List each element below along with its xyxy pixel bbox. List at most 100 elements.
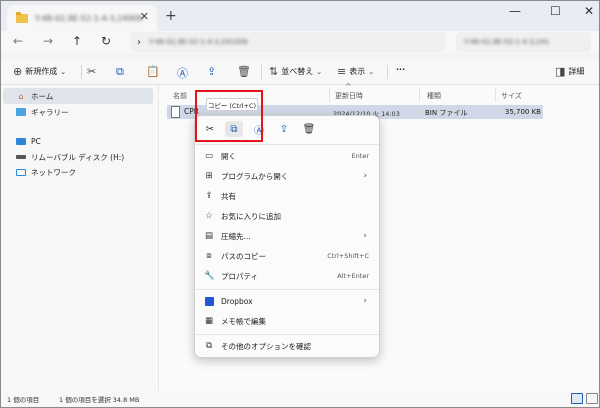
tiles-view-icon[interactable] (586, 393, 598, 404)
back-arrow-icon[interactable]: ← (13, 34, 23, 48)
divider (261, 65, 262, 79)
details-pane-icon: ◨ (555, 65, 566, 78)
sidebar-item-label: PC (31, 136, 41, 146)
copy-icon: ⧉ (116, 65, 124, 78)
sidebar-item-label: ギャラリー (31, 107, 69, 117)
details-button[interactable]: ◨ 詳細 (555, 65, 584, 78)
menu-item-add-favorite[interactable]: ☆ お気に入りに追加 (199, 207, 375, 225)
column-divider[interactable] (419, 88, 420, 102)
new-button[interactable]: ⊕ 新規作成 ⌄ (13, 65, 66, 78)
sidebar-item-label: ホーム (31, 91, 54, 101)
pc-icon (16, 137, 26, 145)
menu-item-share[interactable]: ⇪ 共有 (199, 187, 375, 205)
menu-item-compress[interactable]: ▤ 圧縮先... › (199, 227, 375, 245)
paste-button[interactable]: 📋 (146, 65, 160, 78)
refresh-icon[interactable]: ↻ (101, 34, 111, 48)
menu-item-label: 共有 (221, 191, 236, 201)
sidebar-item-removable-disk[interactable]: リムーバブル ディスク (H:) (3, 149, 153, 165)
divider (195, 334, 379, 335)
more-options-button[interactable]: ··· (396, 65, 405, 74)
address-row: ← → ↑ ↻ › Y-48-02,9E-52-1-4-3,241009 Y-4… (1, 31, 599, 53)
highlight-box (195, 90, 263, 142)
share-icon[interactable]: ⇪ (275, 121, 293, 137)
status-bar: 1 個の項目 1 個の項目を選択 34.8 MB (1, 391, 599, 407)
view-label: 表示 (349, 67, 366, 76)
menu-item-properties[interactable]: 🔧 プロパティ Alt+Enter (199, 267, 375, 285)
menu-item-shortcut: Enter (351, 152, 369, 160)
menu-item-more-options[interactable]: ⧉ その他のオプションを確認 (199, 337, 375, 355)
menu-item-shortcut: Alt+Enter (337, 272, 369, 280)
up-arrow-icon[interactable]: ↑ (72, 34, 82, 48)
search-placeholder: Y-48-02,9E-52-1-4-3,241 (464, 38, 550, 46)
chevron-right-icon: › (363, 296, 367, 306)
file-size: 35,700 KB (504, 108, 541, 116)
menu-item-dropbox[interactable]: Dropbox › (199, 292, 375, 310)
column-header-name[interactable]: 名前 (173, 91, 187, 101)
address-bar[interactable]: › Y-48-02,9E-52-1-4-3,241009 (131, 32, 446, 52)
chevron-right-icon: › (363, 171, 367, 181)
view-icon: ≡ (337, 65, 347, 78)
copy-button[interactable]: ⧉ (116, 65, 124, 79)
context-menu: ✂ ⧉ Ⓐ ⇪ 🗑 ▭ 開く Enter ⊞ プログラムから開く › ⇪ 共有 … (194, 115, 380, 358)
menu-item-edit-notepad[interactable]: ▦ メモ帳で編集 (199, 312, 375, 330)
network-icon (16, 168, 26, 176)
trash-icon[interactable]: 🗑 (300, 121, 318, 137)
details-view-icon[interactable] (571, 393, 583, 404)
share-icon: ⇪ (205, 191, 213, 201)
details-label: 詳細 (568, 67, 585, 76)
column-divider[interactable] (329, 88, 330, 102)
zip-icon: ▤ (204, 231, 214, 241)
notepad-icon: ▦ (204, 316, 214, 326)
command-bar: ⊕ 新規作成 ⌄ ✂ ⧉ 📋 Ⓐ ⇪ 🗑 ⇅ 並べ替え ⌄ ≡ 表示 ⌄ ···… (1, 59, 599, 85)
sidebar-item-label: リムーバブル ディスク (H:) (31, 152, 125, 162)
column-header-date[interactable]: 更新日時 (335, 91, 363, 101)
view-button[interactable]: ≡ 表示 ⌄ (337, 65, 374, 78)
share-button[interactable]: ⇪ (207, 65, 216, 78)
rename-button[interactable]: Ⓐ (177, 65, 188, 81)
sort-button[interactable]: ⇅ 並べ替え ⌄ (269, 65, 322, 78)
minimize-icon[interactable]: — (509, 4, 521, 18)
sort-caret-icon: ^ (345, 82, 352, 91)
new-tab-icon[interactable]: + (165, 8, 177, 24)
menu-item-label: プロパティ (221, 271, 259, 281)
tab-current[interactable]: Y-48-02,9E-52-1-4-3,24909 ✕ (7, 5, 157, 31)
sidebar-item-gallery[interactable]: ギャラリー (3, 104, 153, 120)
menu-item-open[interactable]: ▭ 開く Enter (199, 147, 375, 165)
menu-item-open-with[interactable]: ⊞ プログラムから開く › (199, 167, 375, 185)
sidebar-item-label: ネットワーク (31, 167, 76, 177)
more-options-icon: ⧉ (205, 341, 213, 351)
tab-close-icon[interactable]: ✕ (140, 10, 149, 23)
new-label: 新規作成 (25, 67, 58, 76)
search-input[interactable]: Y-48-02,9E-52-1-4-3,241 (456, 32, 591, 52)
chevron-right-icon: › (363, 231, 367, 241)
sidebar-item-home[interactable]: ⌂ ホーム (3, 88, 153, 104)
menu-item-copy-path[interactable]: ⧈ パスのコピー Ctrl+Shift+C (199, 247, 375, 265)
sidebar-item-pc[interactable]: PC (3, 133, 153, 149)
column-divider[interactable] (495, 88, 496, 102)
file-type: BIN ファイル (425, 109, 468, 117)
menu-item-label: メモ帳で編集 (221, 316, 266, 326)
sidebar-item-network[interactable]: ネットワーク (3, 164, 153, 180)
column-header-size[interactable]: サイズ (501, 91, 522, 101)
menu-item-label: その他のオプションを確認 (221, 341, 311, 351)
divider (195, 144, 379, 145)
item-count: 1 個の項目 (7, 396, 40, 404)
star-icon: ☆ (205, 211, 213, 221)
breadcrumb-chevron-icon[interactable]: › (137, 37, 141, 48)
menu-item-label: お気に入りに追加 (221, 211, 281, 221)
open-with-icon: ⊞ (205, 171, 213, 181)
sort-icon: ⇅ (269, 65, 279, 78)
delete-button[interactable]: 🗑 (237, 65, 251, 78)
gallery-icon (16, 108, 26, 116)
wrench-icon: 🔧 (204, 271, 215, 281)
column-header-type[interactable]: 種類 (427, 91, 441, 101)
menu-item-label: Dropbox (221, 296, 253, 306)
close-icon[interactable]: ✕ (584, 4, 594, 18)
drive-icon (16, 155, 26, 159)
cut-button[interactable]: ✂ (87, 65, 96, 78)
chevron-down-icon: ⌄ (60, 67, 67, 76)
forward-arrow-icon[interactable]: → (43, 34, 53, 48)
home-icon: ⌂ (18, 91, 24, 101)
menu-item-label: パスのコピー (221, 251, 266, 261)
maximize-icon[interactable]: ☐ (550, 4, 561, 18)
